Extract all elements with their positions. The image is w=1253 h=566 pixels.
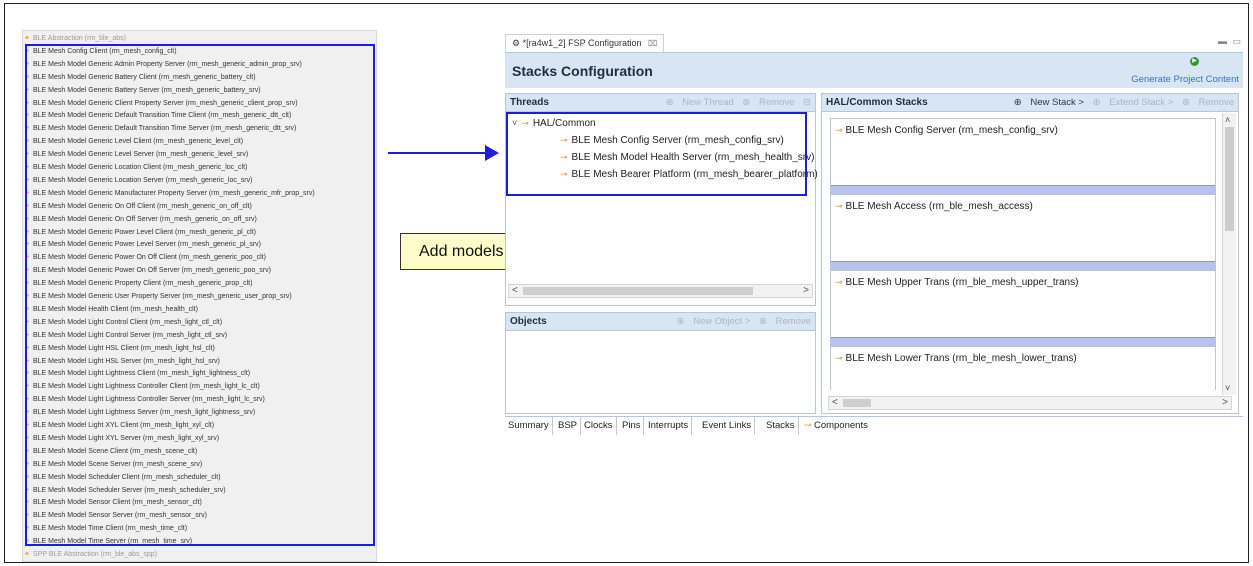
tab-bsp[interactable]: BSP — [555, 417, 582, 435]
scroll-down-icon[interactable]: ˅ — [1225, 383, 1230, 393]
tab-stacks[interactable]: Stacks — [763, 417, 799, 435]
selection-highlight-box — [25, 44, 375, 546]
new-thread-button[interactable]: ⊕ New Thread — [666, 97, 734, 108]
scroll-thumb[interactable] — [1225, 127, 1234, 231]
stack-box-label: ⊸ BLE Mesh Access (rm_ble_mesh_access) — [835, 201, 1033, 212]
added-modules-highlight — [506, 112, 807, 196]
scroll-right-icon[interactable]: > — [803, 285, 809, 297]
threads-hscrollbar[interactable]: < > — [508, 284, 813, 298]
stack-box-2[interactable]: ⊸ BLE Mesh Upper Trans (rm_ble_mesh_upper… — [830, 270, 1216, 346]
plug-icon: ⊸ — [835, 125, 843, 135]
scroll-thumb[interactable] — [523, 287, 753, 295]
stack-box-label: ⊸ BLE Mesh Upper Trans (rm_ble_mesh_upper… — [835, 277, 1079, 288]
list-item[interactable]: ✦ SPP BLE Abstraction (rm_ble_abs_spp) — [24, 549, 157, 560]
remove-object-button[interactable]: ⊗ Remove — [759, 316, 811, 327]
tab-event-links[interactable]: Event Links — [699, 417, 756, 435]
plug-icon: ⊸ — [835, 201, 843, 211]
arrow-head-icon — [485, 145, 499, 161]
stacks-panel: HAL/Common Stacks ⊕ New Stack > ⊕ Extend… — [821, 93, 1239, 414]
plug-icon: ⊸ — [804, 420, 812, 431]
objects-panel: Objects ⊕ New Object > ⊗ Remove — [505, 312, 816, 414]
maximize-icon[interactable]: ▭ — [1232, 36, 1241, 47]
stack-box-label: ⊸ BLE Mesh Config Server (rm_mesh_config_… — [835, 125, 1058, 136]
scroll-left-icon[interactable]: < — [512, 285, 518, 297]
tab-pins[interactable]: Pins — [619, 417, 645, 435]
page-title: Stacks Configuration — [512, 63, 653, 79]
tab-summary[interactable]: Summary — [505, 417, 553, 435]
stack-box-footer — [831, 261, 1215, 269]
stack-box-3[interactable]: ⊸ BLE Mesh Lower Trans (rm_ble_mesh_lower… — [830, 346, 1216, 390]
stack-box-label: ⊸ BLE Mesh Lower Trans (rm_ble_mesh_lower… — [835, 353, 1077, 364]
generate-project-content-button[interactable]: Generate Project Content — [1131, 74, 1239, 85]
list-item-label: SPP BLE Abstraction (rm_ble_abs_spp) — [33, 551, 157, 558]
scroll-thumb[interactable] — [843, 399, 871, 407]
generate-icon[interactable]: ▶ — [1190, 57, 1199, 66]
tab-clocks[interactable]: Clocks — [581, 417, 617, 435]
fsp-configuration-window: ⚙ *[ra4w1_2] FSP Configuration ⌧ ▬ ▭ Sta… — [505, 34, 1243, 437]
threads-title: Threads — [510, 97, 549, 108]
objects-actions: ⊕ New Object > ⊗ Remove — [670, 313, 811, 331]
close-icon[interactable]: ⌧ — [648, 39, 657, 48]
stacks-vscrollbar[interactable]: ˄ ˅ — [1222, 113, 1236, 395]
stacks-panel-header: HAL/Common Stacks ⊕ New Stack > ⊕ Extend… — [822, 94, 1238, 112]
remove-thread-button[interactable]: ⊗ Remove — [742, 97, 794, 108]
scroll-left-icon[interactable]: < — [832, 397, 838, 409]
objects-title: Objects — [510, 316, 547, 327]
new-stack-button[interactable]: ⊕ New Stack > — [1014, 97, 1084, 108]
stack-box-footer — [831, 337, 1215, 345]
minimize-icon[interactable]: ▬ — [1218, 36, 1227, 46]
new-object-button[interactable]: ⊕ New Object > — [676, 316, 750, 327]
threads-actions: ⊕ New Thread ⊗ Remove ⊟ — [660, 94, 811, 112]
stacks-actions: ⊕ New Stack > ⊕ Extend Stack > ⊗ Remove — [1008, 94, 1234, 112]
extend-stack-button[interactable]: ⊕ Extend Stack > — [1093, 97, 1174, 108]
threads-panel-header: Threads ⊕ New Thread ⊗ Remove ⊟ — [506, 94, 815, 112]
stack-box-0[interactable]: ⊸ BLE Mesh Config Server (rm_mesh_config_… — [830, 118, 1216, 194]
gear-icon: ⚙ — [512, 38, 521, 48]
stacks-hscrollbar[interactable]: < > — [828, 396, 1232, 410]
module-icon: ✦ — [24, 35, 30, 42]
arrow-line — [388, 152, 488, 154]
scroll-right-icon[interactable]: > — [1222, 397, 1228, 409]
config-bottom-tabs: Summary BSP Clocks Pins Interrupts Event… — [505, 416, 1243, 435]
objects-panel-header: Objects ⊕ New Object > ⊗ Remove — [506, 313, 815, 331]
module-icon: ✦ — [24, 551, 30, 558]
fsp-config-tab[interactable]: ⚙ *[ra4w1_2] FSP Configuration ⌧ — [505, 34, 665, 52]
scroll-up-icon[interactable]: ˄ — [1225, 115, 1230, 125]
list-item[interactable]: ✦ BLE Abstraction (rm_ble_abs) — [24, 33, 126, 44]
stacks-title: HAL/Common Stacks — [826, 97, 928, 108]
tab-components[interactable]: ⊸ Components — [801, 417, 871, 435]
tab-interrupts[interactable]: Interrupts — [645, 417, 693, 435]
collapse-icon[interactable]: ⊟ — [803, 97, 811, 108]
stacks-config-header: Stacks Configuration ▶ Generate Project … — [505, 52, 1243, 88]
remove-stack-button[interactable]: ⊗ Remove — [1182, 97, 1234, 108]
stack-box-footer — [831, 185, 1215, 193]
editor-tab-strip: ⚙ *[ra4w1_2] FSP Configuration ⌧ ▬ ▭ — [505, 34, 1243, 52]
list-item-label: BLE Abstraction (rm_ble_abs) — [33, 35, 126, 42]
plug-icon: ⊸ — [835, 353, 843, 363]
fsp-config-tab-label: *[ra4w1_2] FSP Configuration — [522, 38, 642, 48]
stack-box-1[interactable]: ⊸ BLE Mesh Access (rm_ble_mesh_access) — [830, 194, 1216, 270]
plug-icon: ⊸ — [835, 277, 843, 287]
